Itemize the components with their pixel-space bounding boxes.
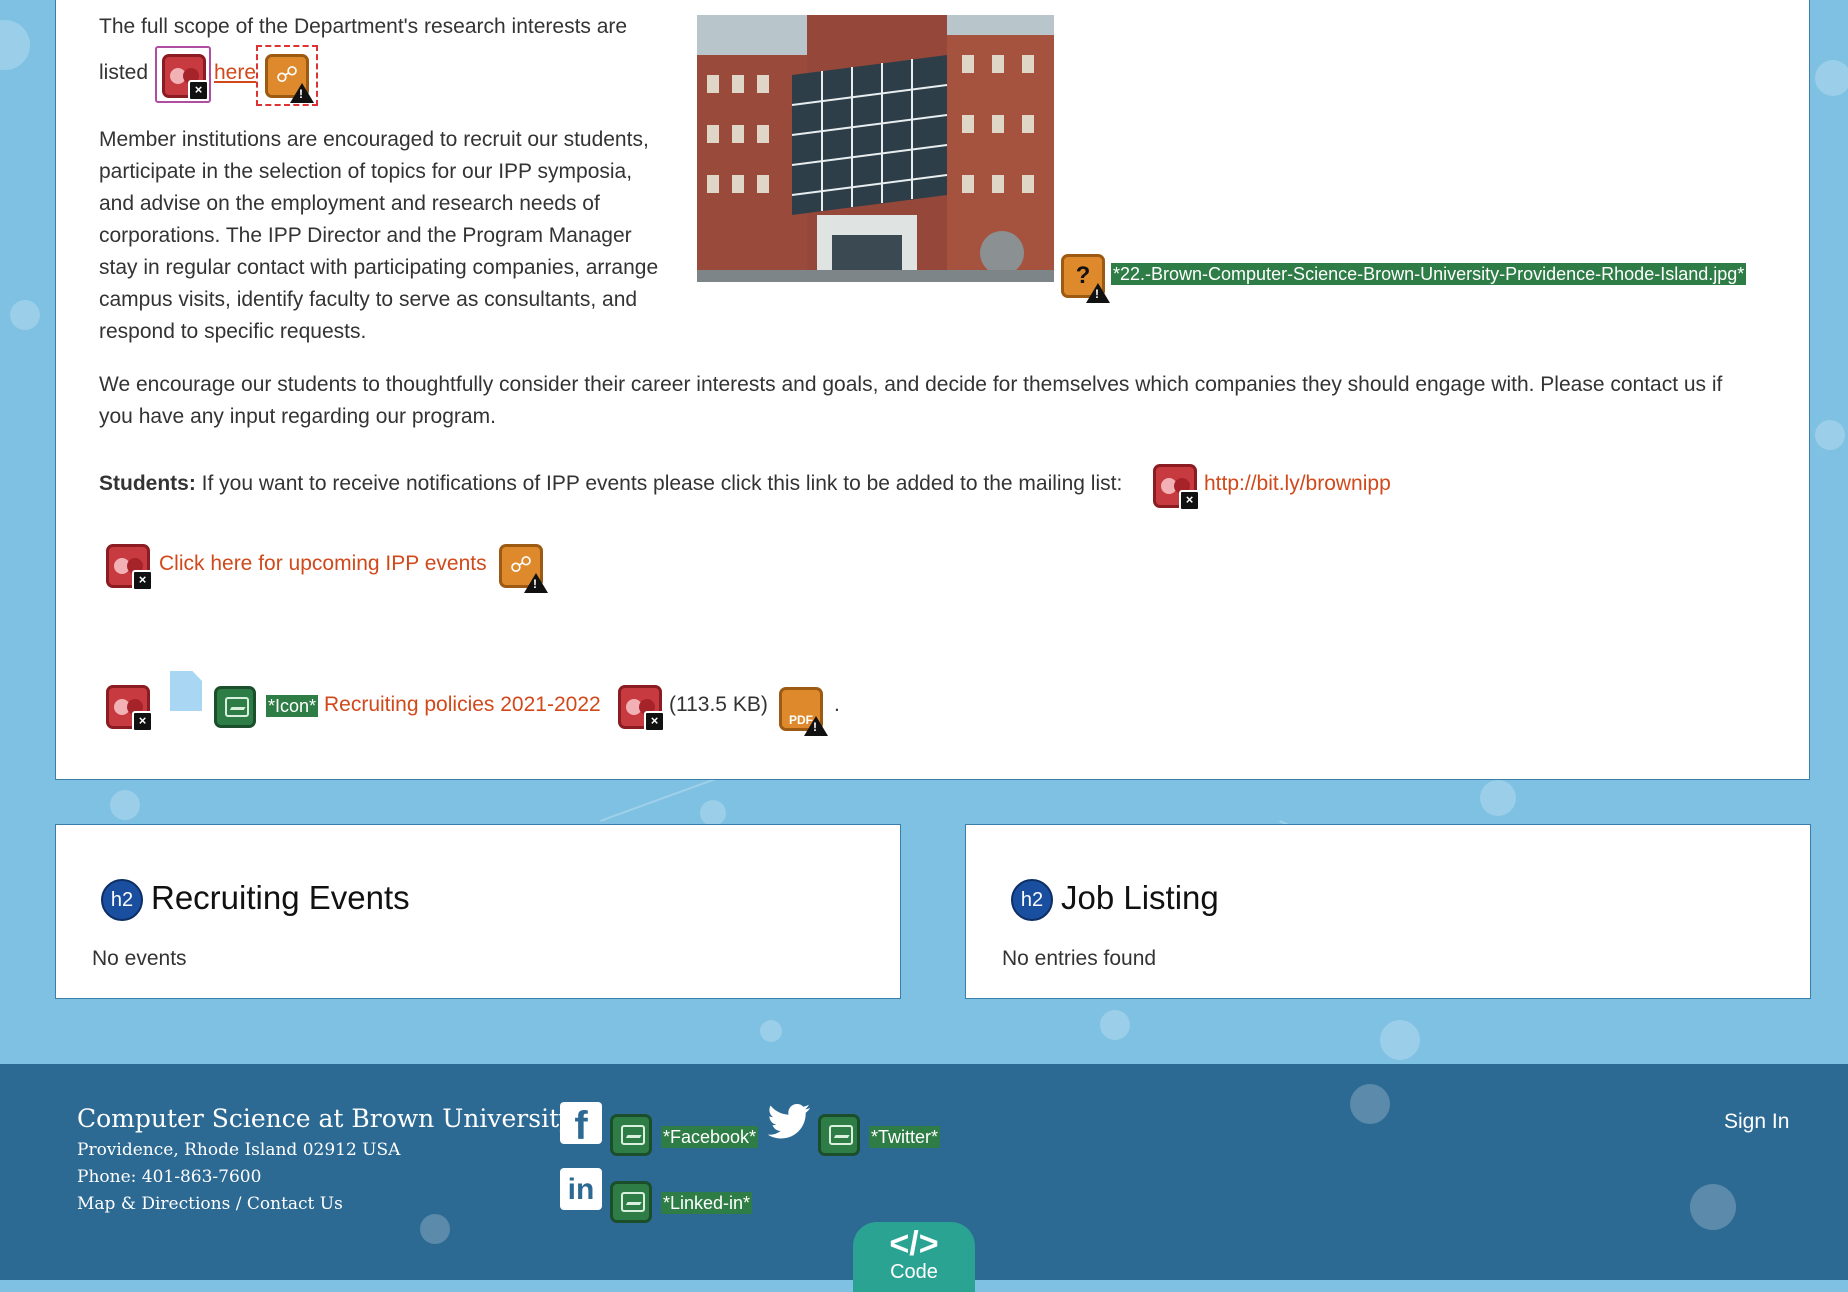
h2-heading-icon: h2 — [1011, 879, 1053, 921]
h2-heading-icon: h2 — [101, 879, 143, 921]
code-tab[interactable]: </> Code — [853, 1222, 975, 1292]
footer-org-name: Computer Science at Brown University — [77, 1104, 574, 1133]
alt-image-icon — [818, 1114, 860, 1156]
file-icon — [170, 671, 202, 711]
waveform-error-icon: × — [106, 685, 153, 732]
map-directions-link[interactable]: Map & Directions — [77, 1194, 230, 1214]
building-photo — [697, 15, 1054, 282]
intro-text: The full scope of the Department's resea… — [99, 15, 628, 38]
linkedin-icon[interactable]: in — [560, 1168, 602, 1210]
footer-links: Map & Directions / Contact Us — [77, 1194, 343, 1214]
code-icon: </> — [889, 1225, 939, 1263]
main-content: The full scope of the Department's resea… — [55, 0, 1810, 780]
recruiting-policies-link[interactable]: Recruiting policies 2021-2022 — [324, 689, 601, 721]
twitter-icon[interactable] — [768, 1102, 812, 1142]
students-line: Students: If you want to receive notific… — [99, 468, 1122, 500]
waveform-error-icon: × — [618, 685, 665, 732]
students-text: If you want to receive notifications of … — [201, 472, 1123, 495]
trailing-period: . — [834, 693, 840, 716]
image-alt-caption: *22.-Brown-Computer-Science-Brown-Univer… — [1111, 263, 1747, 285]
waveform-error-icon: × — [1153, 464, 1200, 511]
waveform-error-icon: × — [106, 544, 153, 591]
twitter-alt-tag: *Twitter* — [869, 1126, 941, 1148]
pdf-icon: PDF — [779, 687, 828, 736]
alt-image-icon — [610, 1114, 652, 1156]
research-here-link[interactable]: here — [214, 57, 256, 89]
job-listing-title: Job Listing — [1061, 879, 1219, 916]
alt-image-icon — [610, 1181, 652, 1223]
recruiting-events-title: Recruiting Events — [151, 879, 410, 916]
alt-image-icon — [214, 686, 256, 728]
job-listing-card: h2 Job Listing No entries found — [965, 824, 1811, 999]
footer-address: Providence, Rhode Island 02912 USA — [77, 1140, 401, 1160]
intro-listed: listed — [99, 61, 149, 84]
member-paragraph: Member institutions are encouraged to re… — [99, 128, 659, 343]
contact-us-link[interactable]: Contact Us — [247, 1194, 343, 1214]
mailing-list-link[interactable]: http://bit.ly/brownipp — [1204, 468, 1391, 500]
broken-link-icon: ☍ — [265, 54, 314, 103]
facebook-icon[interactable]: f — [560, 1102, 602, 1148]
linkedin-alt-tag: *Linked-in* — [661, 1192, 753, 1214]
waveform-error-icon: × — [162, 54, 209, 101]
sign-in-link[interactable]: Sign In — [1724, 1110, 1789, 1134]
icon-alt-tag: *Icon* — [266, 695, 319, 717]
facebook-alt-tag: *Facebook* — [661, 1126, 759, 1148]
upcoming-events-link[interactable]: Click here for upcoming IPP events — [159, 548, 487, 580]
file-size: (113.5 KB) — [669, 693, 768, 716]
code-label: Code — [890, 1261, 938, 1283]
unknown-alt-icon: ? — [1061, 254, 1110, 303]
no-entries-text: No entries found — [1002, 947, 1157, 970]
footer-phone: Phone: 401-863-7600 — [77, 1167, 262, 1187]
broken-link-icon: ☍ — [499, 544, 548, 593]
no-events-text: No events — [92, 947, 187, 970]
recruiting-events-card: h2 Recruiting Events No events — [55, 824, 901, 999]
students-label: Students: — [99, 472, 196, 495]
encourage-paragraph: We encourage our students to thoughtfull… — [99, 373, 1723, 428]
